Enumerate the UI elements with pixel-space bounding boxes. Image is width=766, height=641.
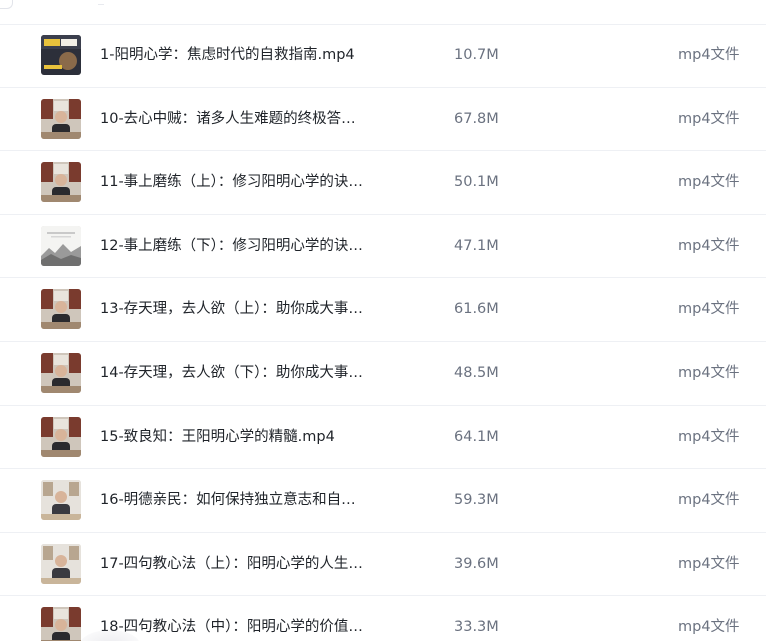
file-size: 39.6M — [454, 555, 499, 572]
file-list: 1-阳明心学：焦虑时代的自救指南.mp4 10.7M mp4文件 10-去心中贼… — [0, 0, 766, 641]
speaker-icon[interactable] — [41, 98, 81, 139]
file-row[interactable]: 1-阳明心学：焦虑时代的自救指南.mp4 10.7M mp4文件 — [0, 24, 766, 88]
file-size: 50.1M — [454, 174, 499, 191]
file-type: mp4文件 — [678, 555, 740, 572]
file-name[interactable]: 18-四句教心法（中）：阳明心学的价值… — [100, 596, 363, 641]
file-name[interactable]: 10-去心中贼：诸多人生难题的终极答… — [100, 88, 356, 151]
file-name[interactable]: 13-存天理，去人欲（上）：助你成大事… — [100, 278, 363, 341]
file-type: mp4文件 — [678, 364, 740, 381]
file-name[interactable]: 11-事上磨练（上）：修习阳明心学的诀… — [100, 151, 363, 214]
file-row[interactable]: 16-明德亲民：如何保持独立意志和自… 59.3M mp4文件 — [0, 469, 766, 533]
file-type: mp4文件 — [678, 428, 740, 445]
file-type: mp4文件 — [678, 110, 740, 127]
file-row[interactable]: 13-存天理，去人欲（上）：助你成大事… 61.6M mp4文件 — [0, 278, 766, 342]
file-name[interactable]: 17-四句教心法（上）：阳明心学的人生… — [100, 533, 363, 596]
list-header-remnant — [0, 0, 766, 25]
file-row[interactable]: 11-事上磨练（上）：修习阳明心学的诀… 50.1M mp4文件 — [0, 151, 766, 215]
file-name[interactable]: 14-存天理，去人欲（下）：助你成大事… — [100, 342, 363, 405]
speaker-icon[interactable] — [41, 162, 81, 203]
speaker-icon[interactable] — [41, 416, 81, 457]
file-row[interactable]: 17-四句教心法（上）：阳明心学的人生… 39.6M mp4文件 — [0, 533, 766, 597]
file-name[interactable]: 16-明德亲民：如何保持独立意志和自… — [100, 469, 356, 532]
file-type: mp4文件 — [678, 492, 740, 509]
file-row[interactable]: 12-事上磨练（下）：修习阳明心学的诀… 47.1M mp4文件 — [0, 215, 766, 279]
header-tick — [98, 0, 104, 5]
file-size: 61.6M — [454, 301, 499, 318]
file-type: mp4文件 — [678, 237, 740, 254]
file-size: 67.8M — [454, 110, 499, 127]
file-row[interactable]: 10-去心中贼：诸多人生难题的终极答… 67.8M mp4文件 — [0, 88, 766, 152]
file-name[interactable]: 12-事上磨练（下）：修习阳明心学的诀… — [100, 215, 363, 278]
file-size: 10.7M — [454, 47, 499, 63]
file-size: 48.5M — [454, 364, 499, 381]
file-type: mp4文件 — [678, 174, 740, 191]
speaker-light-icon[interactable] — [41, 480, 81, 521]
speaker-light-icon[interactable] — [41, 543, 81, 584]
file-row[interactable]: 15-致良知：王阳明心学的精髓.mp4 64.1M mp4文件 — [0, 406, 766, 470]
file-size: 33.3M — [454, 619, 499, 636]
file-type: mp4文件 — [678, 619, 740, 636]
file-size: 59.3M — [454, 492, 499, 509]
file-name[interactable]: 1-阳明心学：焦虑时代的自救指南.mp4 — [100, 24, 355, 87]
landscape-icon[interactable] — [41, 225, 81, 266]
file-name[interactable]: 15-致良知：王阳明心学的精髓.mp4 — [100, 406, 335, 469]
speaker-icon[interactable] — [41, 607, 81, 641]
speaker-icon[interactable] — [41, 352, 81, 393]
file-type: mp4文件 — [678, 47, 740, 63]
file-row[interactable]: 14-存天理，去人欲（下）：助你成大事… 48.5M mp4文件 — [0, 342, 766, 406]
speaker-icon[interactable] — [41, 289, 81, 330]
file-size: 47.1M — [454, 237, 499, 254]
file-type: mp4文件 — [678, 301, 740, 318]
file-size: 64.1M — [454, 428, 499, 445]
header-edge — [0, 0, 13, 9]
cover-icon[interactable] — [41, 35, 81, 75]
file-rows: 1-阳明心学：焦虑时代的自救指南.mp4 10.7M mp4文件 10-去心中贼… — [0, 24, 766, 641]
